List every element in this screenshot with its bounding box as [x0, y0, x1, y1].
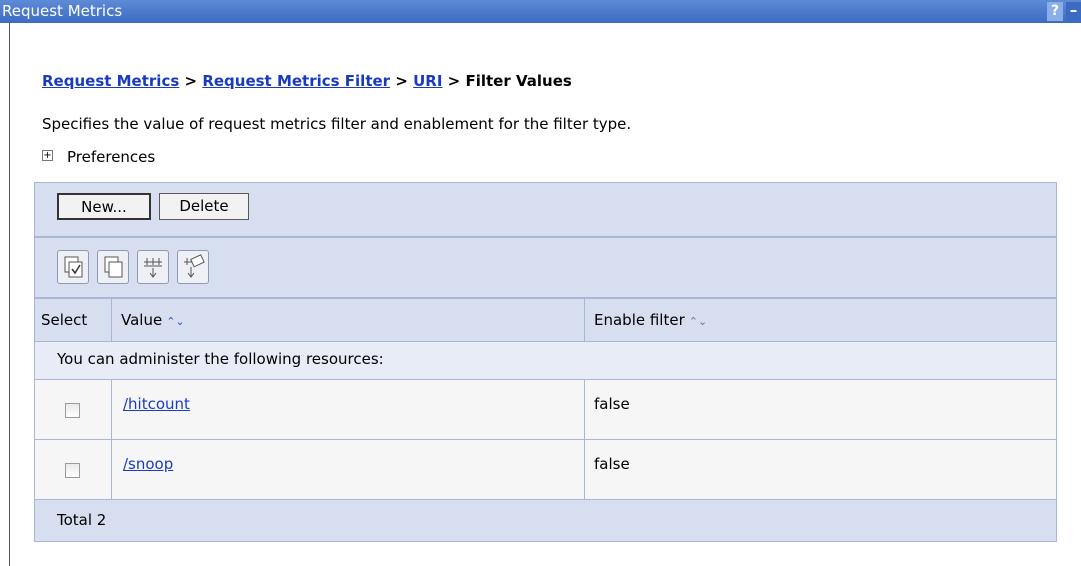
column-header-select: Select [41, 311, 88, 329]
button-bar: New... Delete [34, 182, 1057, 237]
breadcrumb-separator: > [395, 72, 408, 90]
breadcrumb-separator: > [184, 72, 198, 90]
icon-toolbar [34, 237, 1057, 298]
sort-icon[interactable]: ⌃⌄ [689, 315, 707, 328]
table-header-row: Select Value ⌃⌄ Enable filter ⌃⌄ [34, 298, 1057, 342]
show-filter-icon[interactable] [137, 250, 169, 284]
preferences-toggle[interactable]: + Preferences [42, 148, 155, 166]
table-footer: Total 2 [34, 500, 1057, 542]
clear-filter-icon[interactable] [177, 250, 209, 284]
new-button[interactable]: New... [57, 193, 151, 220]
sort-icon[interactable]: ⌃⌄ [166, 315, 184, 328]
column-header-value[interactable]: Value ⌃⌄ [121, 299, 185, 341]
column-header-enable-filter[interactable]: Enable filter ⌃⌄ [594, 299, 707, 341]
page-description: Specifies the value of request metrics f… [42, 115, 632, 133]
enable-filter-value: false [594, 395, 630, 413]
breadcrumb-link-uri[interactable]: URI [413, 72, 442, 90]
breadcrumb-current: Filter Values [465, 72, 572, 90]
delete-button[interactable]: Delete [159, 193, 249, 220]
help-icon[interactable]: ? [1047, 2, 1063, 21]
title-bar: Request Metrics ? – [0, 0, 1081, 23]
resources-caption-row: You can administer the following resourc… [34, 342, 1057, 380]
enable-filter-value: false [594, 455, 630, 473]
expand-plus-icon[interactable]: + [42, 150, 53, 161]
preferences-label: Preferences [67, 148, 156, 166]
deselect-all-icon[interactable] [97, 250, 129, 284]
select-all-icon[interactable] [57, 250, 89, 284]
left-border [9, 23, 10, 566]
value-link[interactable]: /hitcount [123, 395, 190, 413]
table-row: /snoop false [34, 440, 1057, 500]
value-link[interactable]: /snoop [123, 455, 173, 473]
resources-caption: You can administer the following resourc… [57, 350, 384, 368]
breadcrumb-link-request-metrics-filter[interactable]: Request Metrics Filter [202, 72, 390, 90]
breadcrumb: Request Metrics > Request Metrics Filter… [42, 72, 572, 90]
breadcrumb-separator: > [447, 72, 461, 90]
minimize-icon[interactable]: – [1066, 2, 1081, 21]
row-select-checkbox[interactable] [65, 463, 80, 478]
window-title: Request Metrics [2, 2, 123, 20]
row-select-checkbox[interactable] [65, 403, 80, 418]
breadcrumb-link-request-metrics[interactable]: Request Metrics [42, 72, 179, 90]
total-count: Total 2 [57, 511, 107, 529]
table-row: /hitcount false [34, 380, 1057, 440]
